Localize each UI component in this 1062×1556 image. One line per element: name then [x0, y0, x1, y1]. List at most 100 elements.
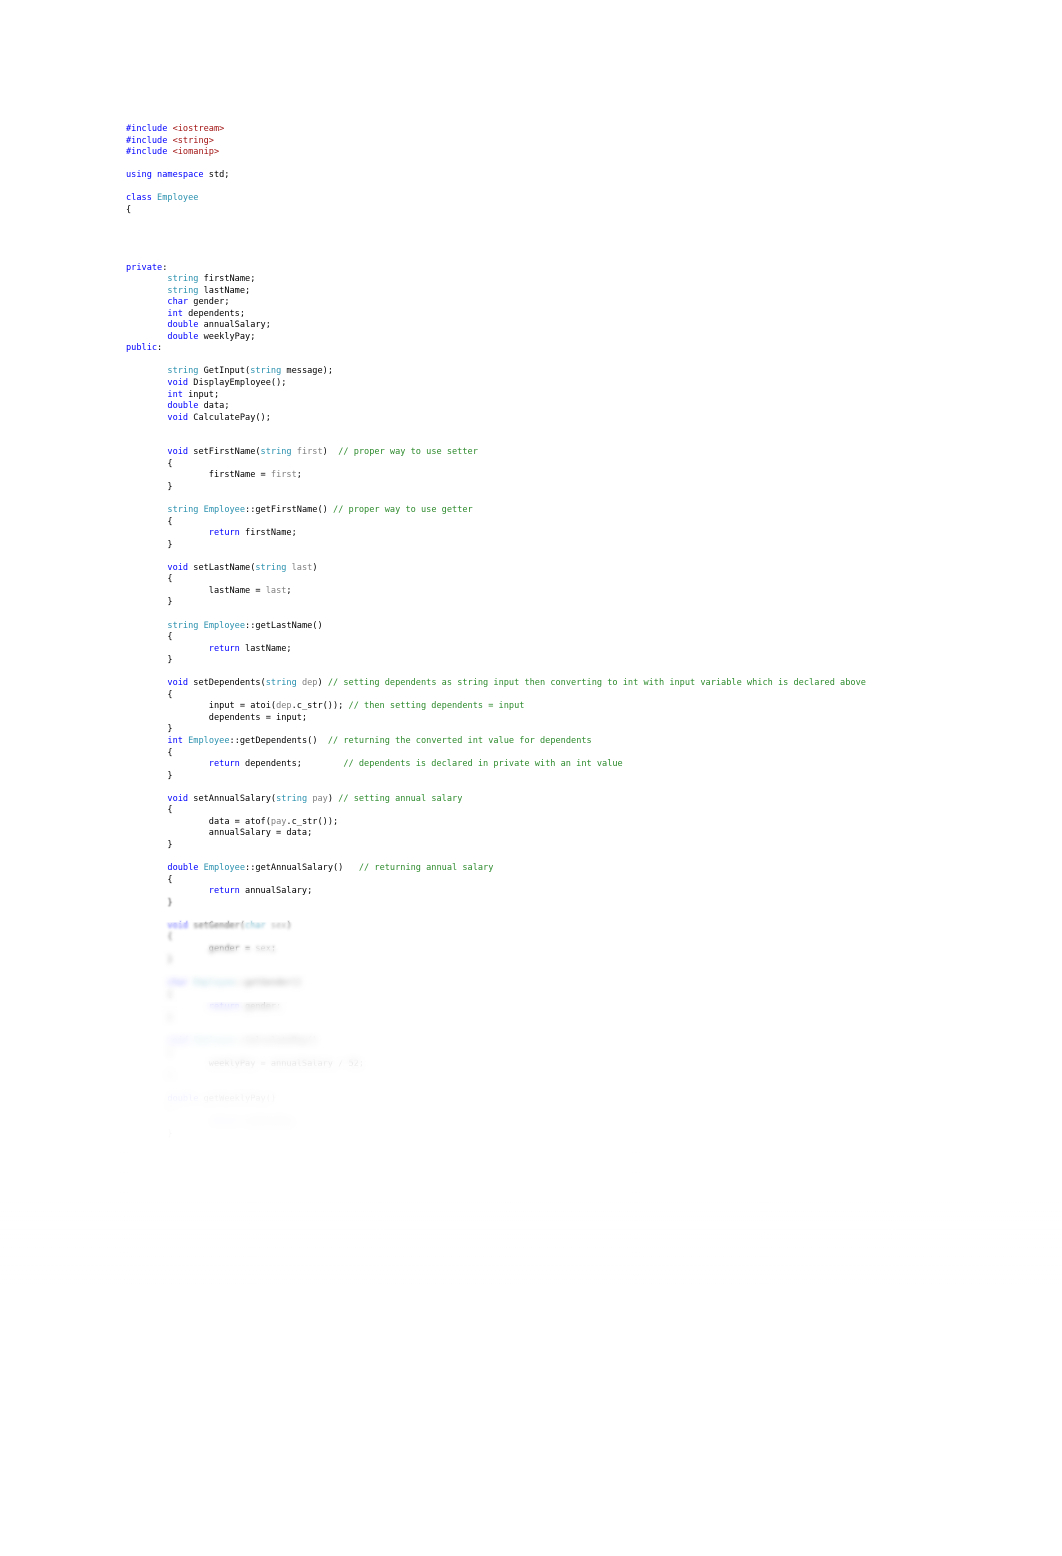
code-line: string Employee::getLastName() [126, 621, 926, 633]
code-token-pln: setAnnualSalary( [188, 793, 277, 804]
code-token-pln [126, 794, 167, 804]
code-token-pln: gender; [188, 297, 230, 308]
code-token-par: sex [255, 943, 271, 954]
code-token-par: last [265, 585, 287, 596]
code-line: } [126, 771, 926, 783]
code-line: data = atof(pay.c_str()); [126, 817, 926, 829]
code-token-typ: Employee [193, 978, 235, 989]
code-line: #include <string> [126, 136, 926, 148]
code-token-kw: char [167, 297, 189, 308]
code-line: annualSalary = data; [126, 828, 926, 840]
code-token-pln: GetInput( [198, 366, 251, 377]
code-token-pln: ) [322, 447, 339, 458]
code-token-pln: } [126, 770, 173, 781]
code-token-kw: return [208, 759, 240, 770]
code-token-pln: ; [286, 585, 292, 596]
code-line: lastName = last; [126, 586, 926, 598]
code-token-pln: setFirstName( [188, 447, 261, 458]
code-token-pln: } [126, 539, 173, 550]
code-line: char gender; [126, 297, 926, 309]
code-line: } [126, 540, 926, 552]
code-line: } [126, 955, 926, 967]
code-token-typ: string [260, 447, 292, 458]
code-token-pln: } [126, 897, 173, 908]
code-line: weeklyPay = annualSalary / 52; [126, 1059, 926, 1071]
code-line: firstName = first; [126, 470, 926, 482]
code-line: private: [126, 263, 926, 275]
code-token-par: pay [312, 793, 328, 804]
code-line: return firstName; [126, 528, 926, 540]
code-line: { [126, 875, 926, 887]
code-line: using namespace std; [126, 170, 926, 182]
code-token-pln: ::getLastName() [245, 620, 323, 631]
code-token-pln [126, 978, 167, 988]
code-token-pln: lastName; [239, 643, 292, 654]
code-token-kw: return [208, 528, 240, 539]
code-token-kw: int [167, 308, 183, 319]
code-token-pln: ) [286, 920, 292, 931]
code-line: void setAnnualSalary(string pay) // sett… [126, 794, 926, 806]
code-token-pln: CalculatePay(); [188, 412, 271, 423]
code-token-typ: Employee [203, 863, 246, 873]
code-token-par: first [296, 447, 323, 458]
code-token-cmt: // returning annual salary [358, 863, 494, 873]
code-token-pln [126, 401, 167, 411]
code-line: } [126, 597, 926, 609]
code-line: { [126, 517, 926, 529]
code-token-pln [126, 378, 167, 388]
code-line: { [126, 932, 926, 944]
code-line: } [126, 724, 926, 736]
code-line: #include <iomanip> [126, 147, 926, 159]
code-token-kw: return [208, 643, 240, 654]
code-token-pln [126, 736, 167, 746]
code-token-pln: ::getDependents() [229, 735, 328, 746]
code-line: void setDependents(string dep) // settin… [126, 678, 926, 690]
code-token-typ: char [245, 920, 266, 931]
code-token-pln: dependents; [239, 759, 344, 770]
code-line: { [126, 748, 926, 760]
code-line: string firstName; [126, 274, 926, 286]
code-token-typ: Employee [188, 735, 230, 746]
code-token-pln [126, 886, 209, 896]
code-token-pln: .c_str()); [291, 701, 349, 712]
code-token-pln [126, 505, 167, 515]
code-token-kw: double [167, 863, 199, 873]
code-token-kw: void [167, 447, 189, 458]
code-token-pln: input = atoi( [126, 701, 277, 712]
code-token-pln [126, 447, 167, 457]
code-token-pln [126, 332, 167, 342]
code-token-pln: ::CalculatePay() [234, 1036, 318, 1047]
code-token-pln: { [126, 689, 173, 700]
code-line: return annualSalary; [126, 886, 926, 898]
code-line: input = atoi(dep.c_str()); // then setti… [126, 701, 926, 713]
code-line: class Employee [126, 193, 926, 205]
code-line: double weeklyPay; [126, 332, 926, 344]
code-token-pln [126, 286, 167, 296]
code-line: void DisplayEmployee(); [126, 378, 926, 390]
code-token-typ: string [276, 793, 308, 804]
code-line: dependents = input; [126, 713, 926, 725]
code-token-pln: firstName = [126, 470, 271, 481]
code-token-pln: dependents; [182, 308, 246, 319]
code-token-pln: .c_str()); [286, 816, 339, 827]
code-line: double getWeeklyPay() [126, 1094, 926, 1106]
code-token-typ: string [167, 274, 199, 285]
code-token-pln: { [126, 574, 173, 585]
code-line: int input; [126, 390, 926, 402]
document-page: #include <iostream> #include <string> #inc… [0, 0, 1062, 1556]
code-token-pln [126, 528, 209, 538]
code-token-cmt: // dependents is declared in private wit… [343, 759, 623, 770]
code-line: char Employee::getGender() [126, 978, 926, 990]
code-token-pln: ::getGender() [234, 978, 302, 989]
code-line: { [126, 205, 926, 217]
